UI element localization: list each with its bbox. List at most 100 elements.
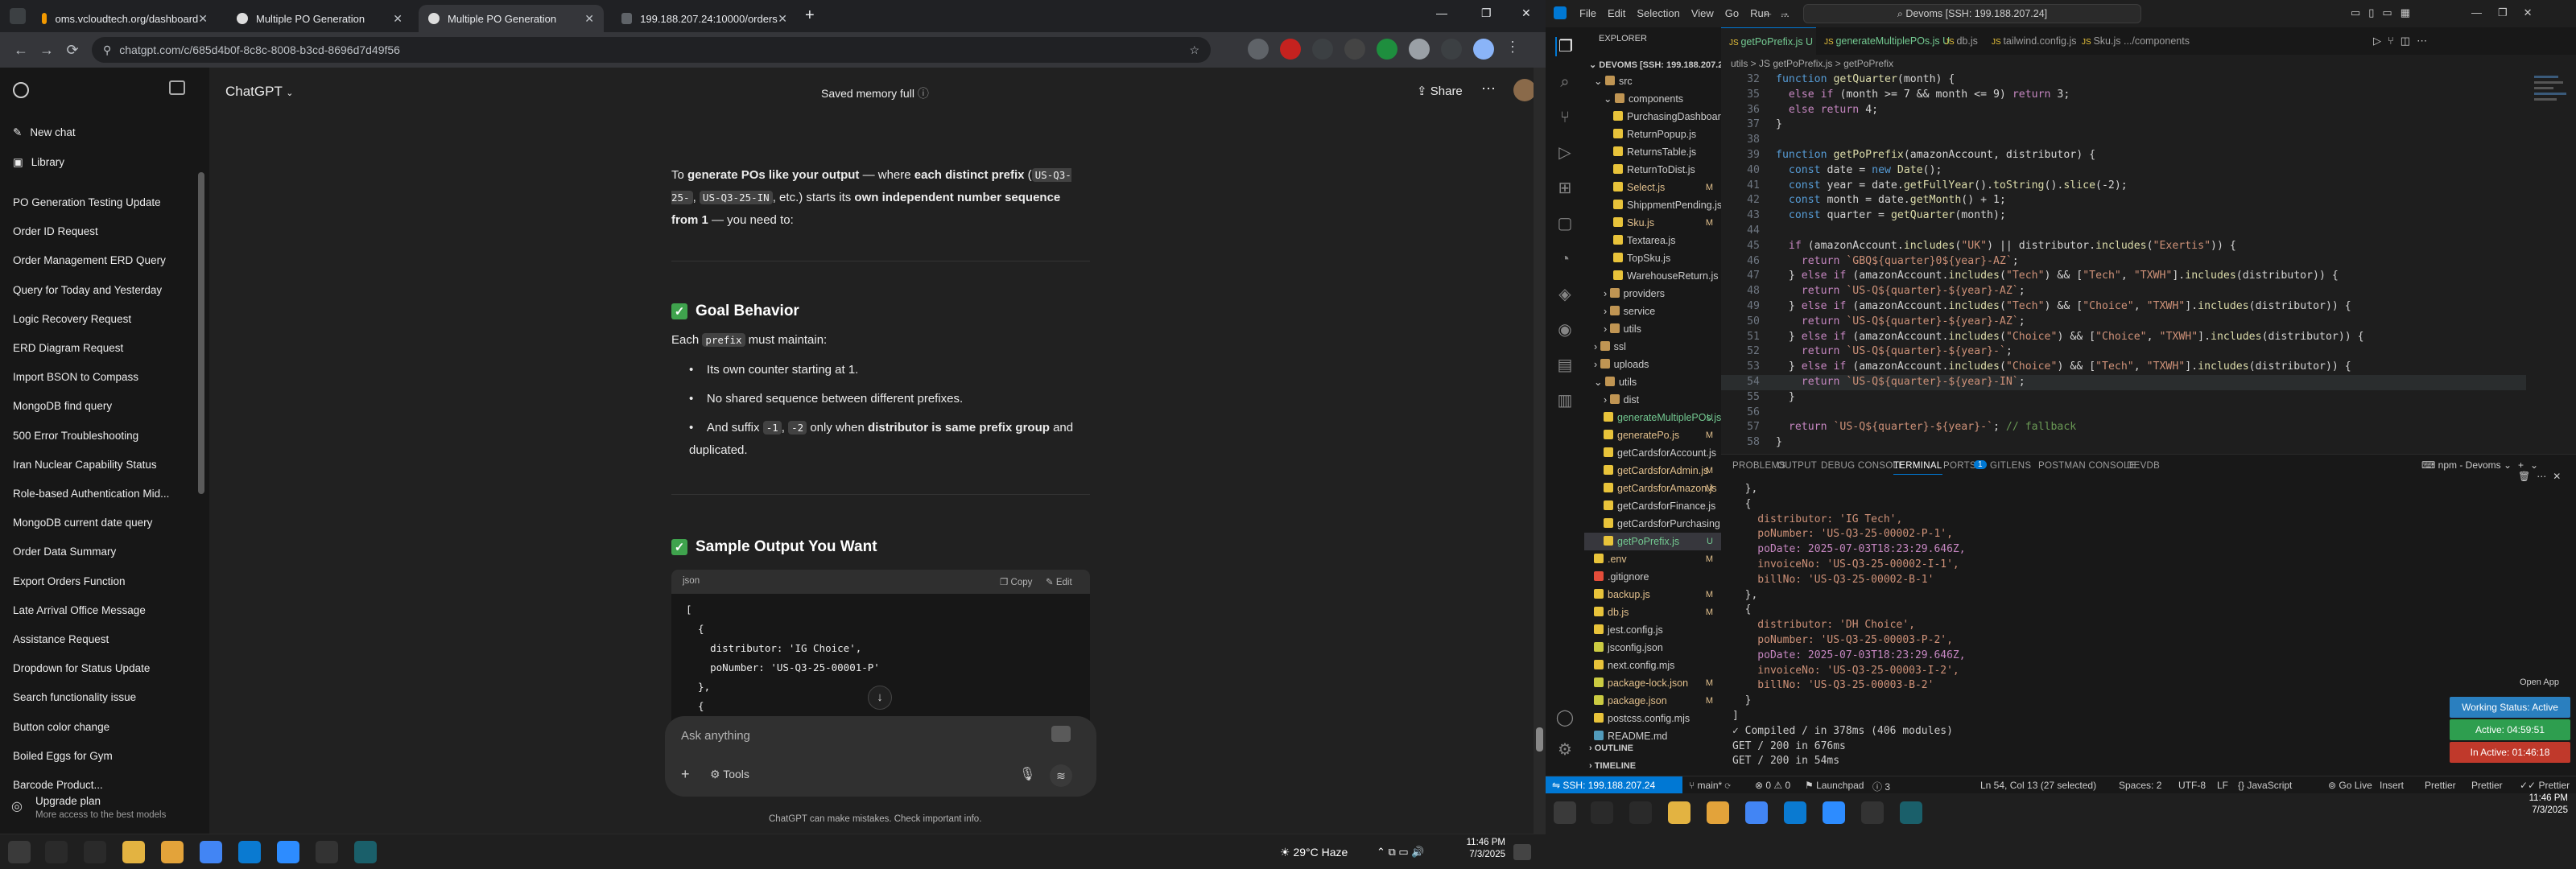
maximize-icon[interactable]: ❐	[1481, 6, 1492, 20]
chat-history-item[interactable]: 500 Error Troubleshooting	[13, 430, 138, 442]
tree-item-folder[interactable]: › providers	[1584, 285, 1721, 303]
app-icon[interactable]	[354, 841, 377, 863]
store-icon[interactable]	[161, 841, 184, 863]
prettier-check[interactable]: ✓✓ Prettier	[2520, 780, 2570, 791]
chrome-icon[interactable]	[200, 841, 222, 863]
tree-item-json[interactable]: package.json M	[1584, 692, 1721, 710]
sidebar-scrollbar[interactable]	[198, 172, 204, 494]
tree-item-js[interactable]: getCardsforPurchasing.js	[1584, 515, 1721, 533]
code-line[interactable]: 58}	[1721, 435, 1782, 451]
new-tab-button[interactable]: +	[805, 6, 815, 25]
line-ending[interactable]: LF	[2217, 780, 2228, 791]
tree-item-folder[interactable]: ⌄ utils	[1584, 373, 1721, 391]
page-scrollbar[interactable]	[1534, 68, 1546, 834]
panel-actions[interactable]: +⌄🗑⋯✕	[2518, 459, 2576, 482]
library-button[interactable]: ▣ Library	[13, 156, 64, 169]
language-mode[interactable]: {} JavaScript	[2238, 780, 2292, 791]
chat-history-item[interactable]: Import BSON to Compass	[13, 371, 138, 383]
database-icon[interactable]: ▤	[1555, 356, 1575, 375]
panel-tab[interactable]: TERMINAL	[1893, 461, 1942, 475]
tree-item-js[interactable]: jest.config.js	[1584, 621, 1721, 639]
tree-item-js[interactable]: getPoPrefix.js U	[1584, 533, 1721, 550]
chat-history-item[interactable]: ERD Diagram Request	[13, 342, 123, 354]
tree-item-js[interactable]: ReturnToDist.js	[1584, 161, 1721, 179]
code-line[interactable]: 45 if (amazonAccount.includes("UK") || d…	[1721, 239, 2236, 254]
editor-tab[interactable]: JS Sku.js .../components	[2074, 27, 2190, 55]
nav-arrows[interactable]: ← →	[1763, 6, 1790, 19]
menu-item[interactable]: Edit	[1608, 7, 1625, 19]
url-field[interactable]: ⚲ chatgpt.com/c/685d4b0f-8c8c-8008-b3cd-8…	[92, 37, 1211, 63]
tree-item-js[interactable]: ShippmentPending.js	[1584, 196, 1721, 214]
code-line[interactable]: 52 return `US-Q${quarter}-${year}-`;	[1721, 344, 2013, 360]
tree-item-js[interactable]: generateMultiplePOs.js U	[1584, 409, 1721, 426]
prettier-status[interactable]: Prettier	[2471, 780, 2503, 791]
code-line[interactable]: 42 const month = date.getMonth() + 1;	[1721, 193, 2006, 208]
manage-gear-icon[interactable]: ⚙	[1555, 740, 1575, 760]
tree-item-js[interactable]: next.config.mjs	[1584, 657, 1721, 674]
share-button[interactable]: ⇪ Share	[1417, 84, 1463, 98]
problems-indicator[interactable]: ⊗ 0 ⚠ 0	[1755, 780, 1790, 791]
terminal-selector[interactable]: ⌨ npm - Devoms ⌄	[2421, 459, 2512, 471]
task-view-icon[interactable]	[84, 841, 106, 863]
tree-item-git[interactable]: .gitignore	[1584, 568, 1721, 586]
chat-history-item[interactable]: Search functionality issue	[13, 691, 136, 703]
extension-badge-icon[interactable]	[1051, 726, 1071, 742]
file-explorer-icon[interactable]	[1668, 801, 1690, 824]
code-line[interactable]: 54 return `US-Q${quarter}-${year}-IN`;	[1721, 375, 2526, 390]
run-debug-icon[interactable]: ▷	[1555, 143, 1575, 163]
close-tab-icon[interactable]: ✕	[198, 12, 208, 26]
chat-history-item[interactable]: Query for Today and Yesterday	[13, 284, 162, 296]
clock[interactable]: 11:46 PM 7/3/2025	[2512, 793, 2568, 815]
puzzle-icon[interactable]	[1409, 39, 1430, 60]
close-tab-icon[interactable]: ✕	[584, 12, 594, 26]
code-line[interactable]: 57 return `US-Q${quarter}-${year}-`; // …	[1721, 420, 2076, 435]
tree-item-js[interactable]: getCardsforAdmin.js M	[1584, 462, 1721, 480]
editor-tab[interactable]: JS getPoPrefix.js U	[1721, 27, 1816, 55]
reload-icon[interactable]: ⟳	[60, 37, 85, 63]
cursor-position[interactable]: Ln 54, Col 13 (27 selected)	[1980, 780, 2096, 791]
browser-tab-3[interactable]: Multiple PO Generation ✕	[419, 5, 604, 32]
tree-item-js[interactable]: Sku.js M	[1584, 214, 1721, 232]
code-line[interactable]: 56	[1721, 406, 1776, 421]
windows-start-icon[interactable]	[8, 841, 31, 863]
prompt-input[interactable]: Ask anything	[681, 729, 750, 743]
notifications-icon[interactable]	[1513, 844, 1531, 860]
close-sidebar-icon[interactable]	[169, 80, 185, 95]
back-arrow-icon[interactable]: ←	[8, 37, 34, 63]
code-line[interactable]: 53 } else if (amazonAccount.includes("Ch…	[1721, 360, 2351, 375]
tree-item-folder[interactable]: › ssl	[1584, 338, 1721, 356]
source-control-icon[interactable]: ⑂	[1555, 108, 1575, 127]
chat-history-item[interactable]: Late Arrival Office Message	[13, 604, 146, 616]
code-line[interactable]: 32 function getQuarter(month) {	[1721, 72, 1955, 88]
extension-icon[interactable]	[1248, 39, 1269, 60]
indentation[interactable]: Spaces: 2	[2119, 780, 2161, 791]
zoom-icon[interactable]	[1823, 801, 1845, 824]
code-line[interactable]: 46 return `GBQ${quarter}0${year}-AZ`;	[1721, 254, 2019, 270]
chat-history-item[interactable]: Role-based Authentication Mid...	[13, 488, 169, 500]
copy-button[interactable]: ❐ Copy	[1000, 576, 1032, 587]
browser-tab-4[interactable]: 199.188.207.24:10000/orders/6 ✕	[612, 5, 797, 32]
tools-button[interactable]: ⚙ Tools	[710, 768, 749, 781]
code-line[interactable]: 40 const date = new Date();	[1721, 163, 1942, 179]
tree-item-env[interactable]: .env M	[1584, 550, 1721, 568]
chat-history-item[interactable]: Boiled Eggs for Gym	[13, 750, 113, 762]
scroll-down-arrow-icon[interactable]: ↓	[868, 686, 892, 710]
panel-tab[interactable]: OUTPUT	[1777, 461, 1817, 471]
microphone-icon[interactable]: 🎙	[1019, 766, 1035, 782]
command-center[interactable]: ⌕ Devoms [SSH: 199.188.207.24]	[1803, 4, 2141, 23]
clock[interactable]: 11:46 PM 7/3/2025	[1457, 838, 1505, 859]
openai-logo-icon[interactable]	[13, 82, 29, 98]
tree-item-js[interactable]: getCardsforAccount.js	[1584, 444, 1721, 462]
encoding[interactable]: UTF-8	[2178, 780, 2206, 791]
site-info-icon[interactable]: ⚲	[103, 43, 111, 57]
editor-tab[interactable]: JS db.js	[1937, 27, 1984, 55]
weather-widget[interactable]: ☀ 29°C Haze	[1280, 846, 1348, 859]
vscode-icon[interactable]	[238, 841, 261, 863]
tree-item-folder[interactable]: › service	[1584, 303, 1721, 320]
chat-history-item[interactable]: Logic Recovery Request	[13, 313, 131, 325]
bookmark-star-icon[interactable]: ☆	[1189, 43, 1199, 57]
code-line[interactable]: 39 function getPoPrefix(amazonAccount, di…	[1721, 148, 2095, 163]
code-line[interactable]: 43 const quarter = getQuarter(month);	[1721, 208, 2006, 224]
panel-tab[interactable]: PORTS	[1943, 461, 1976, 471]
voice-mode-icon[interactable]: ≋	[1050, 764, 1072, 787]
